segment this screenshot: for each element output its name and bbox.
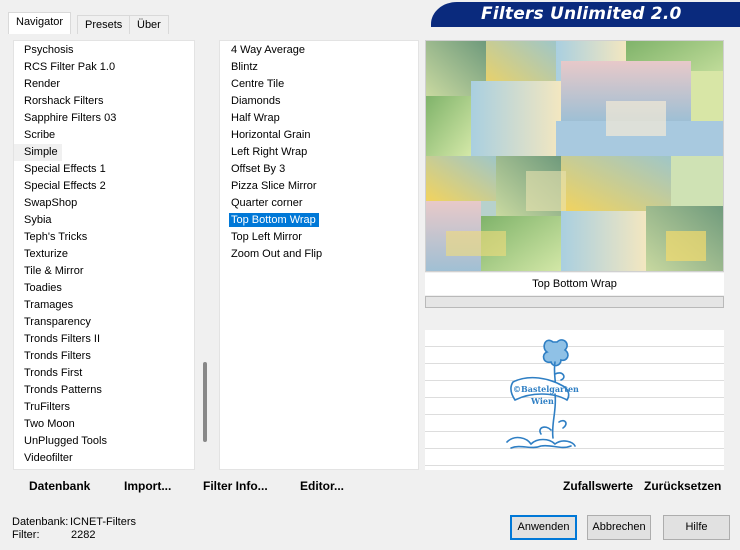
category-list[interactable]: Psychosis RCS Filter Pak 1.0 Render Rorshac… [13, 40, 195, 470]
filter-item-label: Top Bottom Wrap [229, 213, 319, 227]
parameter-strip [425, 296, 724, 308]
tab-navigator[interactable]: Navigator [8, 12, 72, 34]
parameter-sliders-area: ©Bastelgarten Wien [425, 330, 724, 470]
filter-list[interactable]: 4 Way Average Blintz Centre Tile Diamonds Ha… [219, 40, 419, 470]
category-item[interactable]: Psychosis [14, 42, 194, 59]
filter-item[interactable]: Centre Tile [220, 76, 418, 93]
category-item[interactable]: UnPlugged Tools [14, 433, 194, 450]
category-item[interactable]: Texturize [14, 246, 194, 263]
category-item[interactable]: Teph's Tricks [14, 229, 194, 246]
category-item[interactable]: Tronds Patterns [14, 382, 194, 399]
filter-item-label: 4 Way Average [231, 44, 305, 56]
filters-unlimited-dialog: Navigator Presets Über Filters Unlimited… [0, 0, 740, 550]
filter-item-label: Zoom Out and Flip [231, 248, 323, 260]
category-item[interactable]: Toadies [14, 280, 194, 297]
filter-item[interactable]: Zoom Out and Flip [220, 246, 418, 263]
editor-button[interactable]: Editor... [300, 478, 344, 494]
filter-item-label: Blintz [231, 61, 258, 73]
filter-item[interactable]: Left Right Wrap [220, 144, 418, 161]
filter-item[interactable]: Half Wrap [220, 110, 418, 127]
filter-item[interactable]: Top Bottom Wrap [220, 212, 418, 229]
category-item[interactable]: Vidéo Fx [14, 467, 194, 469]
filter-info-button[interactable]: Filter Info... [203, 478, 268, 494]
status-filter-label: Filter: [12, 529, 40, 541]
preview-image [425, 40, 724, 272]
watermark-text-line2: Wien [530, 396, 554, 406]
category-item[interactable]: Scribe [14, 127, 194, 144]
filter-item[interactable]: Diamonds [220, 93, 418, 110]
category-item[interactable]: Sapphire Filters 03 [14, 110, 194, 127]
tab-presets[interactable]: Presets [77, 15, 131, 34]
selected-filter-name: Top Bottom Wrap [425, 273, 724, 295]
tab-ueber[interactable]: Über [129, 15, 169, 34]
filter-item-label: Diamonds [231, 95, 281, 107]
category-scrollbar[interactable] [197, 40, 213, 470]
status-filter: Filter: 2282 [12, 529, 95, 542]
category-item[interactable]: Two Moon [14, 416, 194, 433]
category-item[interactable]: Rorshack Filters [14, 93, 194, 110]
filter-item-label: Top Left Mirror [231, 231, 302, 243]
apply-button[interactable]: Anwenden [510, 515, 577, 540]
filter-item[interactable]: Quarter corner [220, 195, 418, 212]
category-item[interactable]: Tronds Filters II [14, 331, 194, 348]
filter-item[interactable]: Offset By 3 [220, 161, 418, 178]
filter-item-label: Pizza Slice Mirror [231, 180, 317, 192]
category-item[interactable]: Transparency [14, 314, 194, 331]
category-item[interactable]: Tile & Mirror [14, 263, 194, 280]
filter-item-label: Centre Tile [231, 78, 285, 90]
filter-item[interactable]: Horizontal Grain [220, 127, 418, 144]
reset-button[interactable]: Zurücksetzen [644, 478, 721, 494]
randomize-button[interactable]: Zufallswerte [563, 478, 633, 494]
preview-artwork [426, 41, 723, 271]
filter-item[interactable]: Blintz [220, 59, 418, 76]
status-database-label: Datenbank: [12, 516, 69, 528]
category-item[interactable]: TruFilters [14, 399, 194, 416]
category-item[interactable]: Tramages [14, 297, 194, 314]
category-item[interactable]: Simple [14, 144, 62, 161]
category-item[interactable]: Special Effects 1 [14, 161, 194, 178]
category-item[interactable]: Videofilter [14, 450, 194, 467]
category-item[interactable]: Tronds First [14, 365, 194, 382]
watermark-logo: ©Bastelgarten Wien [506, 339, 579, 449]
database-button[interactable]: Datenbank [29, 478, 90, 494]
help-button[interactable]: Hilfe [663, 515, 730, 540]
watermark-text-line1: ©Bastelgarten [513, 384, 579, 394]
status-database-value: ICNET-Filters [70, 516, 136, 528]
filter-item[interactable]: 4 Way Average [220, 42, 418, 59]
cancel-button[interactable]: Abbrechen [587, 515, 651, 540]
category-item[interactable]: Sybia [14, 212, 194, 229]
category-item[interactable]: SwapShop [14, 195, 194, 212]
banner-title: Filters Unlimited 2.0 [481, 4, 682, 24]
filter-item-label: Offset By 3 [231, 163, 286, 175]
scrollbar-thumb[interactable] [203, 362, 207, 442]
filter-item[interactable]: Top Left Mirror [220, 229, 418, 246]
status-database: Datenbank: ICNET-Filters [12, 516, 136, 529]
category-item[interactable]: Special Effects 2 [14, 178, 194, 195]
category-item[interactable]: Tronds Filters [14, 348, 194, 365]
filter-item-label: Half Wrap [231, 112, 280, 124]
title-banner: Filters Unlimited 2.0 [431, 2, 740, 27]
filter-item[interactable]: Pizza Slice Mirror [220, 178, 418, 195]
filter-item-label: Left Right Wrap [231, 146, 308, 158]
category-item[interactable]: RCS Filter Pak 1.0 [14, 59, 194, 76]
filter-item-label: Horizontal Grain [231, 129, 311, 141]
status-filter-value: 2282 [71, 529, 96, 541]
import-button[interactable]: Import... [124, 478, 171, 494]
filter-item-label: Quarter corner [231, 197, 303, 209]
parameter-area [425, 309, 724, 329]
category-item[interactable]: Render [14, 76, 194, 93]
